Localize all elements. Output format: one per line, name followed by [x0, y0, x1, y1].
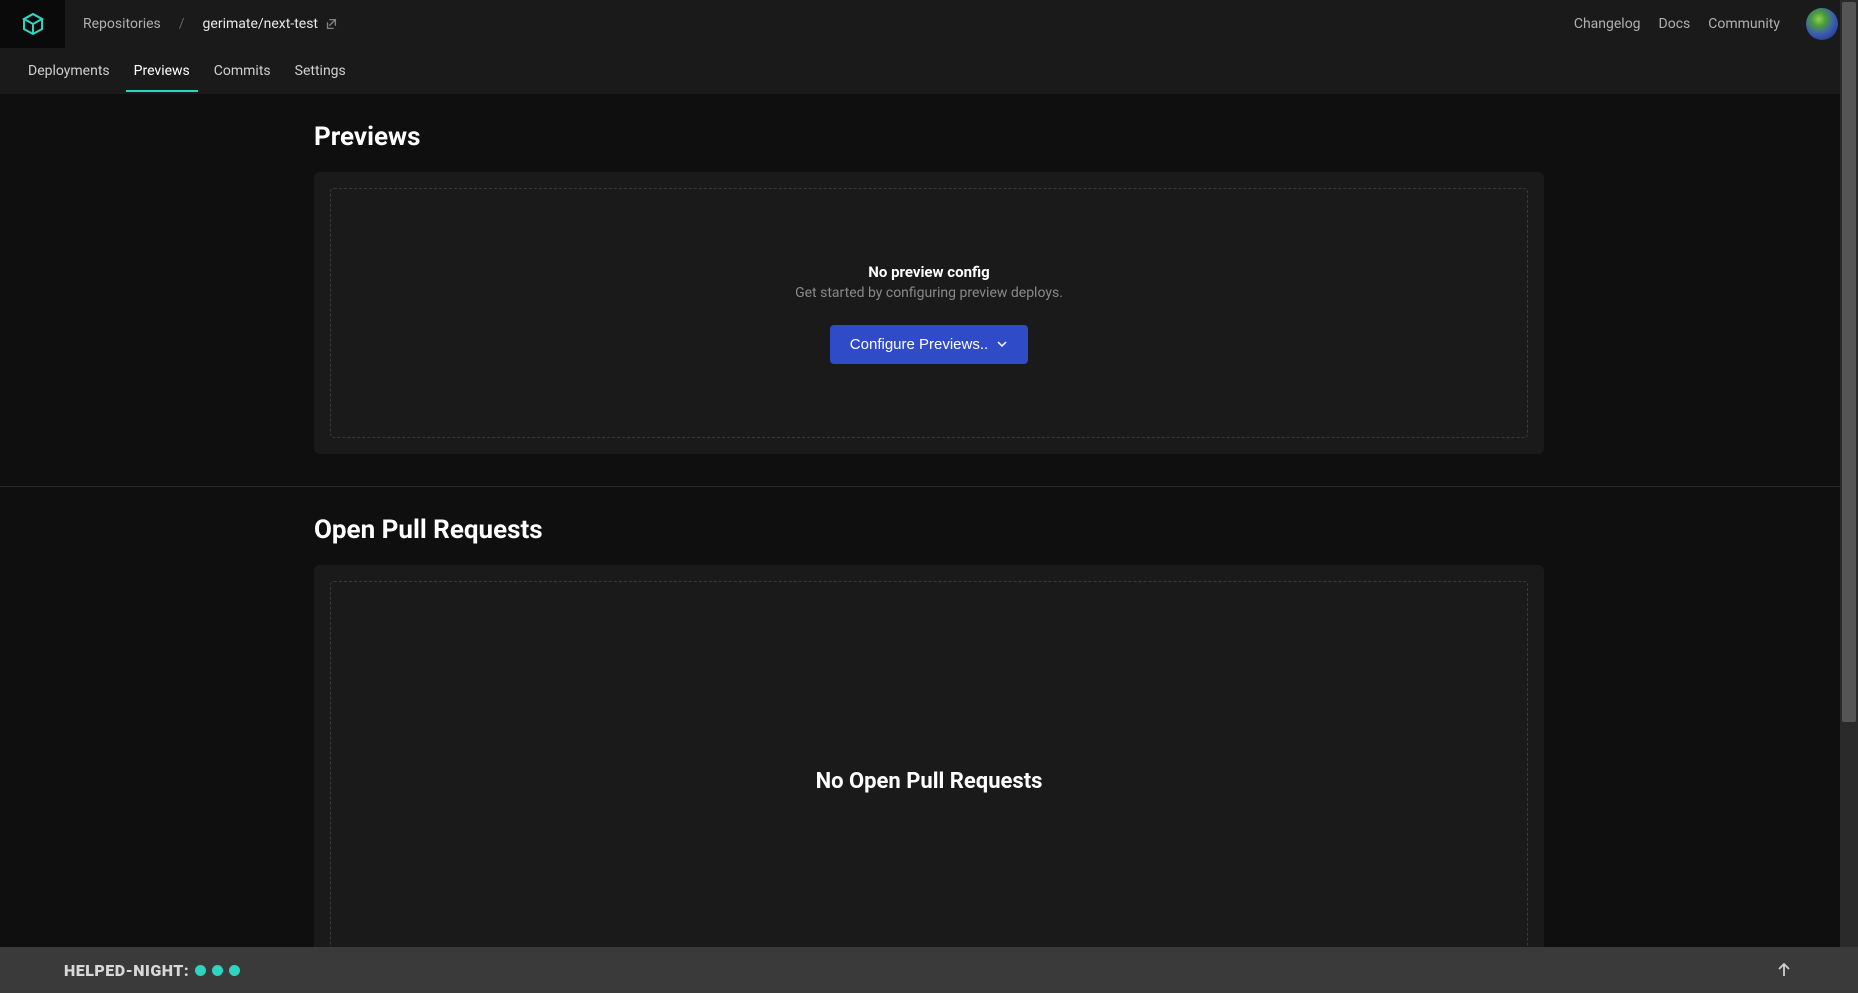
previews-card: No preview config Get started by configu…: [314, 172, 1544, 454]
breadcrumb-separator: /: [179, 16, 185, 32]
top-bar-right: Changelog Docs Community: [1574, 8, 1838, 40]
top-bar-left: Repositories / gerimate/next-test: [0, 0, 338, 48]
status-dot-icon: [229, 965, 240, 976]
footer-label: HELPED-NIGHT:: [64, 961, 189, 980]
tab-deployments[interactable]: Deployments: [28, 50, 110, 92]
previews-empty-title: No preview config: [868, 263, 989, 281]
status-dot-icon: [212, 965, 223, 976]
hexagon-logo-icon: [21, 12, 45, 36]
tab-settings[interactable]: Settings: [295, 50, 346, 92]
nav-docs[interactable]: Docs: [1659, 16, 1691, 32]
chevron-down-icon: [996, 338, 1008, 350]
previews-section: Previews No preview config Get started b…: [314, 94, 1544, 454]
previews-title: Previews: [314, 122, 1544, 152]
pull-requests-empty-title: No Open Pull Requests: [816, 769, 1043, 794]
main-content: Previews No preview config Get started b…: [0, 94, 1858, 947]
tab-commits[interactable]: Commits: [214, 50, 271, 92]
previews-empty-state: No preview config Get started by configu…: [330, 188, 1528, 438]
logo[interactable]: [0, 0, 65, 48]
configure-previews-button[interactable]: Configure Previews..: [830, 325, 1028, 364]
pull-requests-empty-state: No Open Pull Requests: [330, 581, 1528, 947]
breadcrumb-root[interactable]: Repositories: [83, 16, 161, 32]
user-avatar[interactable]: [1806, 8, 1838, 40]
tabs: Deployments Previews Commits Settings: [0, 48, 1858, 94]
scrollbar-thumb[interactable]: [1842, 2, 1856, 722]
configure-previews-label: Configure Previews..: [850, 336, 988, 353]
tab-previews[interactable]: Previews: [134, 50, 190, 92]
vertical-scrollbar[interactable]: [1840, 0, 1858, 947]
breadcrumb-current-label: gerimate/next-test: [203, 16, 318, 32]
top-bar: Repositories / gerimate/next-test Change…: [0, 0, 1858, 48]
external-link-icon: [324, 17, 338, 31]
status-dot-icon: [195, 965, 206, 976]
breadcrumb: Repositories / gerimate/next-test: [83, 16, 338, 32]
pull-requests-card: No Open Pull Requests: [314, 565, 1544, 947]
footer-left: HELPED-NIGHT:: [64, 961, 240, 980]
pull-requests-title: Open Pull Requests: [314, 515, 1544, 545]
nav-changelog[interactable]: Changelog: [1574, 16, 1641, 32]
previews-empty-subtitle: Get started by configuring preview deplo…: [795, 285, 1063, 301]
pull-requests-section: Open Pull Requests No Open Pull Requests: [314, 487, 1544, 947]
nav-community[interactable]: Community: [1708, 16, 1780, 32]
footer-bar: HELPED-NIGHT:: [0, 947, 1858, 993]
scroll-to-top-button[interactable]: [1774, 960, 1794, 980]
breadcrumb-current[interactable]: gerimate/next-test: [203, 16, 338, 32]
